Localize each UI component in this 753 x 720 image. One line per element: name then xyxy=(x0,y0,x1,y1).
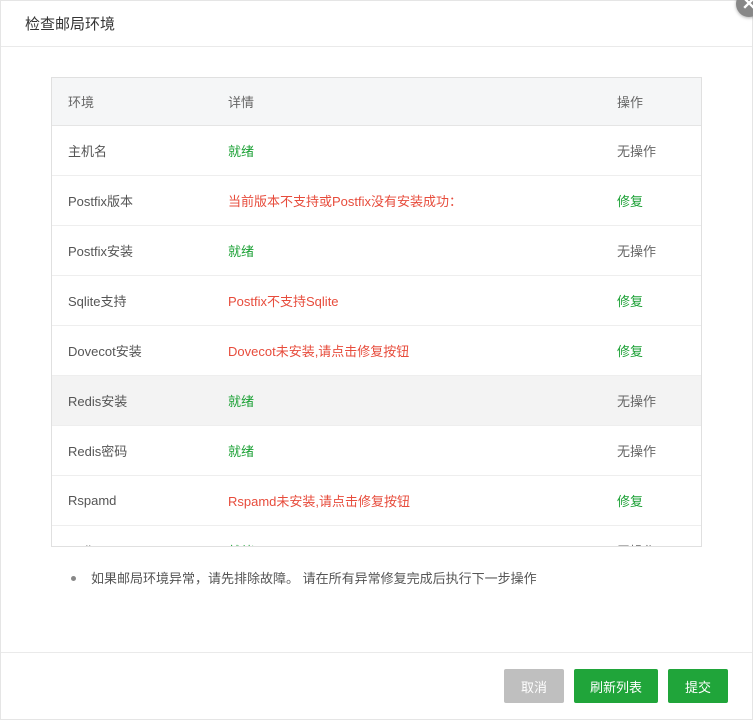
cell-action: 修复 xyxy=(601,276,701,326)
table-row: Postfix安装就绪 无操作 xyxy=(52,226,701,276)
modal-check-mail-env: 检查邮局环境 环境 详情 操作 主机名就绪无操作Postfix版本当前版本不支持… xyxy=(0,0,753,720)
cell-env: Redis安装 xyxy=(52,376,212,426)
cell-action: 修复 xyxy=(601,476,701,526)
table-row: Redis密码就绪 无操作 xyxy=(52,426,701,476)
cell-env: Postfix版本 xyxy=(52,176,212,226)
cell-detail: 就绪 xyxy=(212,376,601,426)
cell-env: SElinux xyxy=(52,526,212,547)
cell-detail: Dovecot未安装,请点击修复按钮 xyxy=(212,326,601,376)
cell-env: Postfix安装 xyxy=(52,226,212,276)
no-action-label: 无操作 xyxy=(617,444,656,459)
cell-detail: 就绪 xyxy=(212,426,601,476)
no-action-label: 无操作 xyxy=(617,144,656,159)
cell-action: 无操作 xyxy=(601,126,701,176)
table-row: SElinux就绪无操作 xyxy=(52,526,701,547)
no-action-label: 无操作 xyxy=(617,244,656,259)
no-action-label: 无操作 xyxy=(617,544,656,546)
cell-action: 无操作 xyxy=(601,526,701,547)
cell-action: 修复 xyxy=(601,326,701,376)
col-header-detail: 详情 xyxy=(212,78,601,126)
cell-detail: 就绪 xyxy=(212,126,601,176)
table-row: RspamdRspamd未安装,请点击修复按钮 修复 xyxy=(52,476,701,526)
cell-detail: 就绪 xyxy=(212,526,601,547)
note-text: 如果邮局环境异常，请先排除故障。 请在所有异常修复完成后执行下一步操作 xyxy=(91,571,537,586)
modal-body: 环境 详情 操作 主机名就绪无操作Postfix版本当前版本不支持或Postfi… xyxy=(1,47,752,652)
modal-title: 检查邮局环境 xyxy=(25,16,115,33)
cell-env: Dovecot安装 xyxy=(52,326,212,376)
close-icon xyxy=(743,0,753,12)
cell-action: 修复 xyxy=(601,176,701,226)
col-header-action: 操作 xyxy=(601,78,701,126)
cell-action: 无操作 xyxy=(601,426,701,476)
refresh-button[interactable]: 刷新列表 xyxy=(574,669,658,703)
cancel-button[interactable]: 取消 xyxy=(504,669,564,703)
fix-link[interactable]: 修复 xyxy=(617,294,643,309)
table-row: Dovecot安装Dovecot未安装,请点击修复按钮 修复 xyxy=(52,326,701,376)
modal-footer: 取消 刷新列表 提交 xyxy=(1,652,752,719)
modal-header: 检查邮局环境 xyxy=(1,1,752,47)
table-row: 主机名就绪 无操作 xyxy=(52,126,701,176)
cell-action: 无操作 xyxy=(601,226,701,276)
cell-detail: Rspamd未安装,请点击修复按钮 xyxy=(212,476,601,526)
table-row: Sqlite支持Postfix不支持Sqlite 修复 xyxy=(52,276,701,326)
cell-action: 无操作 xyxy=(601,376,701,426)
env-table-scroll[interactable]: 环境 详情 操作 主机名就绪无操作Postfix版本当前版本不支持或Postfi… xyxy=(52,78,701,546)
fix-link[interactable]: 修复 xyxy=(617,194,643,209)
col-header-env: 环境 xyxy=(52,78,212,126)
cell-env: 主机名 xyxy=(52,126,212,176)
env-table: 环境 详情 操作 主机名就绪无操作Postfix版本当前版本不支持或Postfi… xyxy=(52,78,701,546)
cell-env: Redis密码 xyxy=(52,426,212,476)
cell-env: Sqlite支持 xyxy=(52,276,212,326)
table-row: Redis安装就绪 无操作 xyxy=(52,376,701,426)
cell-detail: 就绪 xyxy=(212,226,601,276)
table-row: Postfix版本当前版本不支持或Postfix没有安装成功： 修复 xyxy=(52,176,701,226)
cell-detail: 当前版本不支持或Postfix没有安装成功： xyxy=(212,176,601,226)
bullet-icon xyxy=(71,576,76,581)
footer-note: 如果邮局环境异常，请先排除故障。 请在所有异常修复完成后执行下一步操作 xyxy=(51,567,702,590)
fix-link[interactable]: 修复 xyxy=(617,344,643,359)
table-header-row: 环境 详情 操作 xyxy=(52,78,701,126)
submit-button[interactable]: 提交 xyxy=(668,669,728,703)
env-table-wrap: 环境 详情 操作 主机名就绪无操作Postfix版本当前版本不支持或Postfi… xyxy=(51,77,702,547)
cell-detail: Postfix不支持Sqlite xyxy=(212,276,601,326)
fix-link[interactable]: 修复 xyxy=(617,494,643,509)
cell-env: Rspamd xyxy=(52,476,212,526)
no-action-label: 无操作 xyxy=(617,394,656,409)
